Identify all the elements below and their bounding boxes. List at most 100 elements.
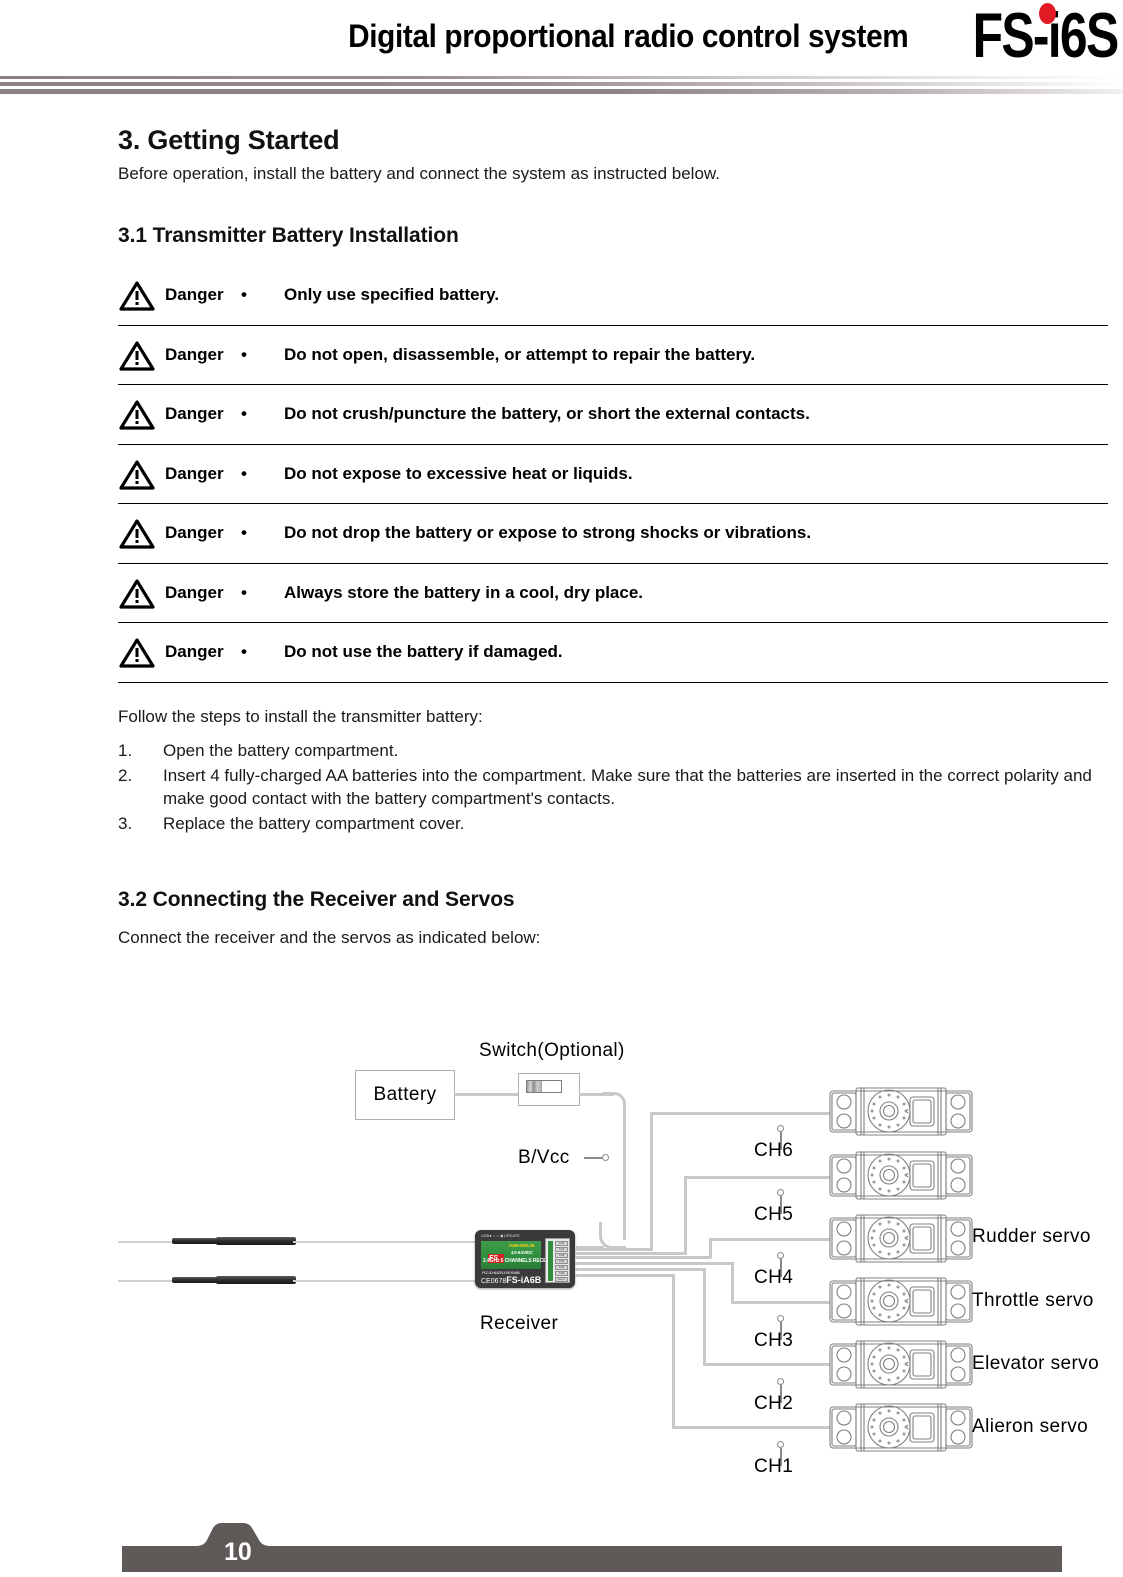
danger-text: Do not use the battery if damaged.	[284, 642, 563, 662]
wire-ch4-seg2	[709, 1238, 712, 1258]
bvcc-connector-dot	[602, 1154, 609, 1161]
receiver-pin-header: CH1 CH2 CH3 CH4 CH5 CH6 SENS/i-BUS	[545, 1238, 570, 1286]
footer-bar-shape	[122, 1523, 1062, 1572]
wire-ch6-seg3	[650, 1112, 830, 1115]
warning-triangle-icon	[118, 280, 156, 312]
danger-label: Danger	[165, 463, 224, 483]
antenna-sleeve-1b	[216, 1237, 296, 1245]
danger-row: Danger • Only use specified battery.	[118, 266, 1108, 326]
list-item-text: Replace the battery compartment cover.	[163, 814, 465, 834]
header-title: Digital proportional radio control syste…	[347, 18, 909, 54]
subsection-3-1-title: 3.1 Transmitter Battery Installation	[118, 224, 459, 247]
danger-bullet: •	[241, 582, 247, 602]
servo-ch4-rudder	[828, 1214, 974, 1263]
danger-text: Do not crush/puncture the battery, or sh…	[284, 404, 810, 424]
brand-logo: FS-i6S	[921, 0, 1121, 74]
danger-label: Danger	[165, 523, 224, 543]
channel-label-ch5: CH5	[754, 1204, 794, 1225]
page-footer: 10	[0, 1520, 1123, 1572]
list-item: 3. Replace the battery compartment cover…	[118, 813, 1113, 835]
wire-ch6-seg2	[650, 1112, 653, 1250]
receiver-servo-wiring-diagram: Switch(Optional) Battery B/Vcc USB● ○ ○ …	[0, 1010, 1123, 1490]
list-item-text: Open the battery compartment.	[163, 741, 399, 760]
subsection-3-2-title: 3.2 Connecting the Receiver and Servos	[118, 888, 515, 911]
page-number: 10	[224, 1538, 252, 1566]
channel-label-ch3: CH3	[754, 1330, 794, 1351]
wire-battery-to-switch	[454, 1093, 522, 1096]
danger-bullet: •	[241, 404, 247, 424]
ch5-connector-dot	[777, 1189, 784, 1196]
receiver-model-row: CE0678FS-iA6B	[481, 1275, 541, 1287]
header-rule-1	[0, 76, 1123, 79]
danger-bullet: •	[241, 523, 247, 543]
wire-ch6-seg1	[575, 1248, 653, 1251]
receiver-pin: CH3	[555, 1253, 568, 1258]
steps-intro: Follow the steps to install the transmit…	[118, 707, 483, 726]
warning-triangle-icon	[118, 637, 156, 669]
receiver-pin: CH2	[555, 1247, 568, 1252]
wire-ch2-seg1	[575, 1268, 706, 1271]
danger-label: Danger	[165, 582, 224, 602]
danger-row: Danger • Do not expose to excessive heat…	[118, 445, 1108, 504]
list-item-number: 3.	[118, 814, 133, 834]
ch2-connector-dot	[777, 1378, 784, 1385]
servo-label-throttle: Throttle servo	[972, 1290, 1094, 1311]
antenna-sleeve-1a	[172, 1238, 220, 1244]
receiver-model-name: FS-iA6B	[506, 1275, 542, 1285]
warning-triangle-icon	[118, 399, 156, 431]
danger-row: Danger • Do not use the battery if damag…	[118, 623, 1108, 683]
channel-label-ch4: CH4	[754, 1267, 794, 1288]
danger-row: Danger • Always store the battery in a c…	[118, 564, 1108, 623]
receiver-ce-mark: CE0678	[481, 1278, 507, 1285]
subsection-3-2-intro: Connect the receiver and the servos as i…	[118, 928, 541, 947]
danger-label: Danger	[165, 642, 224, 662]
battery-box: Battery	[355, 1070, 455, 1120]
receiver-pin: CH4	[555, 1259, 568, 1264]
receiver-spec-line-1: iA6B-0005.2B	[509, 1243, 535, 1248]
danger-bullet: •	[241, 642, 247, 662]
header-rule-2	[0, 82, 1123, 86]
channel-label-ch6: CH6	[754, 1140, 794, 1161]
receiver-label-sticker: FS iA6B-0005.2B 4.0-6.5V/DC 2.4GHz 6 CHA…	[481, 1241, 558, 1269]
danger-bullet: •	[241, 463, 247, 483]
switch-label: Switch(Optional)	[479, 1040, 625, 1061]
danger-text: Do not open, disassemble, or attempt to …	[284, 344, 756, 364]
servo-label-elevator: Elevator servo	[972, 1353, 1100, 1374]
wire-ch3-seg3	[731, 1301, 830, 1304]
danger-bullet: •	[241, 344, 247, 364]
receiver-pin: CH5	[555, 1265, 568, 1270]
ch4-connector-dot	[777, 1252, 784, 1259]
wire-ch2-seg3	[703, 1363, 830, 1366]
list-item: 1. Open the battery compartment.	[118, 740, 1113, 762]
receiver-label: Receiver	[480, 1313, 559, 1334]
antenna-sleeve-2b	[216, 1276, 296, 1284]
antenna-sleeve-2a	[172, 1277, 220, 1283]
danger-text: Do not drop the battery or expose to str…	[284, 523, 812, 543]
receiver-pin: CH1	[555, 1241, 568, 1246]
danger-label: Danger	[165, 285, 224, 305]
antenna-wire-2b	[293, 1280, 477, 1282]
wire-ch3-seg2	[731, 1262, 734, 1304]
servo-ch3-throttle	[828, 1277, 974, 1326]
receiver-module: USB● ○ ○ ◀ UPDATE FS iA6B-0005.2B 4.0-6.…	[475, 1230, 575, 1288]
danger-text: Always store the battery in a cool, dry …	[284, 582, 644, 602]
switch-box	[518, 1073, 580, 1106]
bvcc-label: B/Vcc	[518, 1147, 570, 1168]
wire-ch5-seg2	[684, 1176, 687, 1254]
channel-label-ch2: CH2	[754, 1393, 794, 1414]
channel-label-ch1: CH1	[754, 1456, 794, 1477]
wire-ch1-seg3	[672, 1426, 830, 1429]
install-steps-list: 1. Open the battery compartment. 2. Inse…	[118, 740, 1113, 839]
servo-label-rudder: Rudder servo	[972, 1226, 1091, 1247]
wire-ch1-seg1	[575, 1274, 675, 1277]
ch3-connector-dot	[777, 1315, 784, 1322]
servo-ch1-alieron	[828, 1403, 974, 1452]
switch-track	[526, 1080, 562, 1093]
wire-ch4-seg1	[575, 1256, 711, 1259]
warning-triangle-icon	[118, 340, 156, 372]
receiver-pin-rail	[547, 1241, 553, 1281]
wire-ch3-seg1	[575, 1262, 734, 1265]
ch1-connector-dot	[777, 1441, 784, 1448]
antenna-wire-2	[118, 1280, 180, 1282]
servo-ch6	[828, 1087, 974, 1136]
